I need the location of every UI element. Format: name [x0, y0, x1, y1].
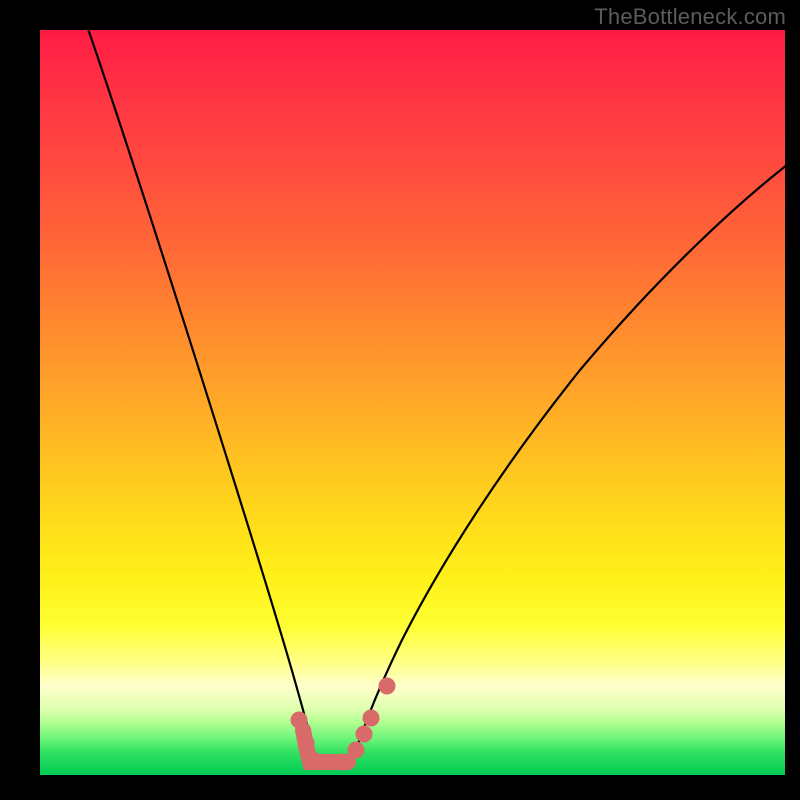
- curve-layer: [40, 30, 785, 775]
- curve-right-branch: [356, 155, 800, 750]
- marker-dot: [291, 712, 307, 728]
- chart-frame: TheBottleneck.com: [0, 0, 800, 800]
- marker-dot: [336, 754, 352, 770]
- plot-area: [40, 30, 785, 775]
- curve-left-branch: [85, 20, 314, 750]
- marker-dot: [348, 742, 364, 758]
- marker-dot: [298, 735, 314, 751]
- marker-dot: [363, 710, 379, 726]
- marker-dot: [305, 752, 321, 768]
- marker-dot: [356, 726, 372, 742]
- attribution-label: TheBottleneck.com: [594, 4, 786, 30]
- marker-dot: [379, 678, 395, 694]
